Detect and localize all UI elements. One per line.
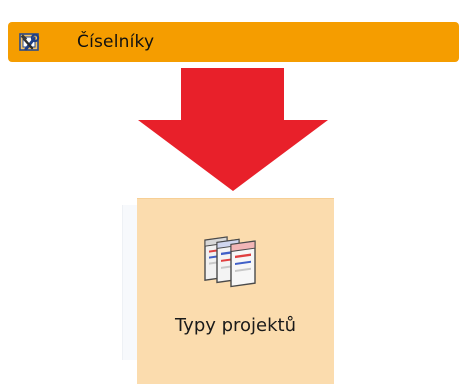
tools-icon — [18, 31, 42, 53]
arrow-down-icon — [138, 68, 328, 191]
screenshot-stage: Číselníky Typy projektů — [0, 0, 459, 384]
project-types-button[interactable]: Typy projektů — [137, 198, 334, 384]
project-types-label: Typy projektů — [174, 315, 297, 336]
menu-item-ciselniky[interactable]: Číselníky — [8, 22, 459, 62]
menu-item-label: Číselníky — [77, 32, 155, 52]
project-types-icon — [199, 227, 269, 297]
